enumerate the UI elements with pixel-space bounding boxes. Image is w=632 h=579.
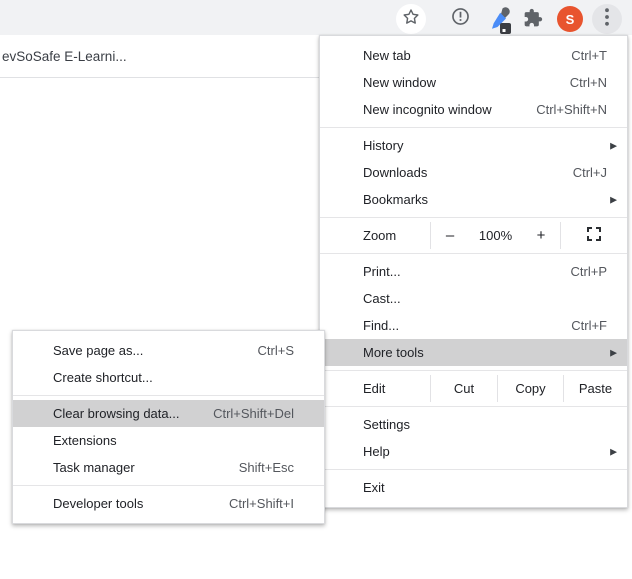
menu-item-shortcut: Ctrl+N [570, 75, 607, 90]
menu-item-label: Find... [363, 318, 571, 333]
browser-main-menu: New tabCtrl+TNew windowCtrl+NNew incogni… [319, 35, 628, 508]
menu-item-more-tools[interactable]: More tools▶ [320, 339, 627, 366]
zoom-row: Zoom – 100% + [320, 222, 627, 249]
zoom-out-button[interactable]: – [431, 227, 469, 244]
zoom-in-button[interactable]: + [522, 227, 560, 244]
menu-item-label: Cast... [363, 291, 607, 306]
menu-separator [320, 469, 627, 470]
browser-toolbar: S [0, 0, 632, 35]
menu-separator [320, 406, 627, 407]
menu-item-save-page-as[interactable]: Save page as...Ctrl+S [13, 337, 324, 364]
menu-item-shortcut: Ctrl+S [258, 343, 294, 358]
submenu-arrow-icon: ▶ [610, 447, 617, 456]
menu-item-label: Extensions [53, 433, 294, 448]
menu-item-label: Save page as... [53, 343, 258, 358]
bookmark-item[interactable]: evSoSafe E-Learni... [2, 49, 127, 64]
extensions-puzzle-icon [523, 15, 543, 32]
extensions-button[interactable] [523, 8, 543, 33]
menu-item-exit[interactable]: Exit [320, 474, 627, 501]
menu-item-history[interactable]: History▶ [320, 132, 627, 159]
menu-item-clear-browsing-data[interactable]: Clear browsing data...Ctrl+Shift+Del [13, 400, 324, 427]
menu-item-shortcut: Ctrl+F [571, 318, 607, 333]
edit-label: Edit [320, 375, 430, 402]
menu-separator [13, 485, 324, 486]
menu-item-label: Help [363, 444, 607, 459]
bookmark-bar-divider [0, 77, 319, 78]
menu-item-shortcut: Ctrl+P [571, 264, 607, 279]
bookmark-star-button[interactable] [396, 4, 426, 34]
menu-separator [320, 253, 627, 254]
menu-item-new-incognito-window[interactable]: New incognito windowCtrl+Shift+N [320, 96, 627, 123]
menu-item-label: Clear browsing data... [53, 406, 213, 421]
menu-item-downloads[interactable]: DownloadsCtrl+J [320, 159, 627, 186]
avatar-initial: S [566, 12, 575, 27]
menu-item-label: History [363, 138, 607, 153]
menu-item-label: Print... [363, 264, 571, 279]
submenu-arrow-icon: ▶ [610, 141, 617, 150]
menu-separator [320, 217, 627, 218]
fullscreen-button[interactable] [561, 222, 627, 249]
menu-item-label: New window [363, 75, 570, 90]
menu-item-label: Developer tools [53, 496, 229, 511]
menu-item-task-manager[interactable]: Task managerShift+Esc [13, 454, 324, 481]
menu-item-new-tab[interactable]: New tabCtrl+T [320, 42, 627, 69]
edit-row: Edit Cut Copy Paste [320, 375, 627, 402]
kebab-menu-icon [605, 8, 609, 31]
menu-item-extensions[interactable]: Extensions [13, 427, 324, 454]
profile-avatar[interactable]: S [557, 6, 583, 32]
zoom-label: Zoom [320, 222, 430, 249]
menu-item-print[interactable]: Print...Ctrl+P [320, 258, 627, 285]
menu-item-label: More tools [363, 345, 607, 360]
menu-item-label: Create shortcut... [53, 370, 294, 385]
menu-item-shortcut: Shift+Esc [239, 460, 294, 475]
zoom-level: 100% [469, 228, 522, 243]
more-tools-submenu: Save page as...Ctrl+SCreate shortcut... … [12, 330, 325, 524]
copy-button[interactable]: Copy [498, 375, 563, 402]
submenu-arrow-icon: ▶ [610, 195, 617, 204]
submenu-arrow-icon: ▶ [610, 348, 617, 357]
bookmark-star-icon [401, 7, 421, 32]
paste-button[interactable]: Paste [564, 375, 627, 402]
menu-item-shortcut: Ctrl+J [573, 165, 607, 180]
menu-separator [320, 127, 627, 128]
menu-item-label: Exit [363, 480, 607, 495]
menu-item-label: Downloads [363, 165, 573, 180]
menu-item-help[interactable]: Help▶ [320, 438, 627, 465]
fullscreen-icon [587, 227, 601, 244]
menu-item-shortcut: Ctrl+Shift+Del [213, 406, 294, 421]
menu-item-label: New incognito window [363, 102, 536, 117]
menu-item-label: Bookmarks [363, 192, 607, 207]
menu-separator [320, 370, 627, 371]
menu-separator [13, 395, 324, 396]
cut-button[interactable]: Cut [431, 375, 497, 402]
menu-item-shortcut: Ctrl+Shift+I [229, 496, 294, 511]
menu-item-label: New tab [363, 48, 571, 63]
menu-item-shortcut: Ctrl+T [571, 48, 607, 63]
menu-item-label: Settings [363, 417, 607, 432]
menu-item-bookmarks[interactable]: Bookmarks▶ [320, 186, 627, 213]
browser-menu-button[interactable] [592, 4, 622, 34]
menu-item-new-window[interactable]: New windowCtrl+N [320, 69, 627, 96]
menu-item-label: Task manager [53, 460, 239, 475]
menu-item-find[interactable]: Find...Ctrl+F [320, 312, 627, 339]
menu-item-developer-tools[interactable]: Developer toolsCtrl+Shift+I [13, 490, 324, 517]
menu-item-shortcut: Ctrl+Shift+N [536, 102, 607, 117]
info-extension-button[interactable] [445, 4, 475, 34]
browser-window: S evSoSafe E-Learni... New tabCtrl+TNew … [0, 0, 632, 579]
menu-item-cast[interactable]: Cast... [320, 285, 627, 312]
menu-item-settings[interactable]: Settings [320, 411, 627, 438]
menu-item-create-shortcut[interactable]: Create shortcut... [13, 364, 324, 391]
info-icon [450, 6, 471, 32]
